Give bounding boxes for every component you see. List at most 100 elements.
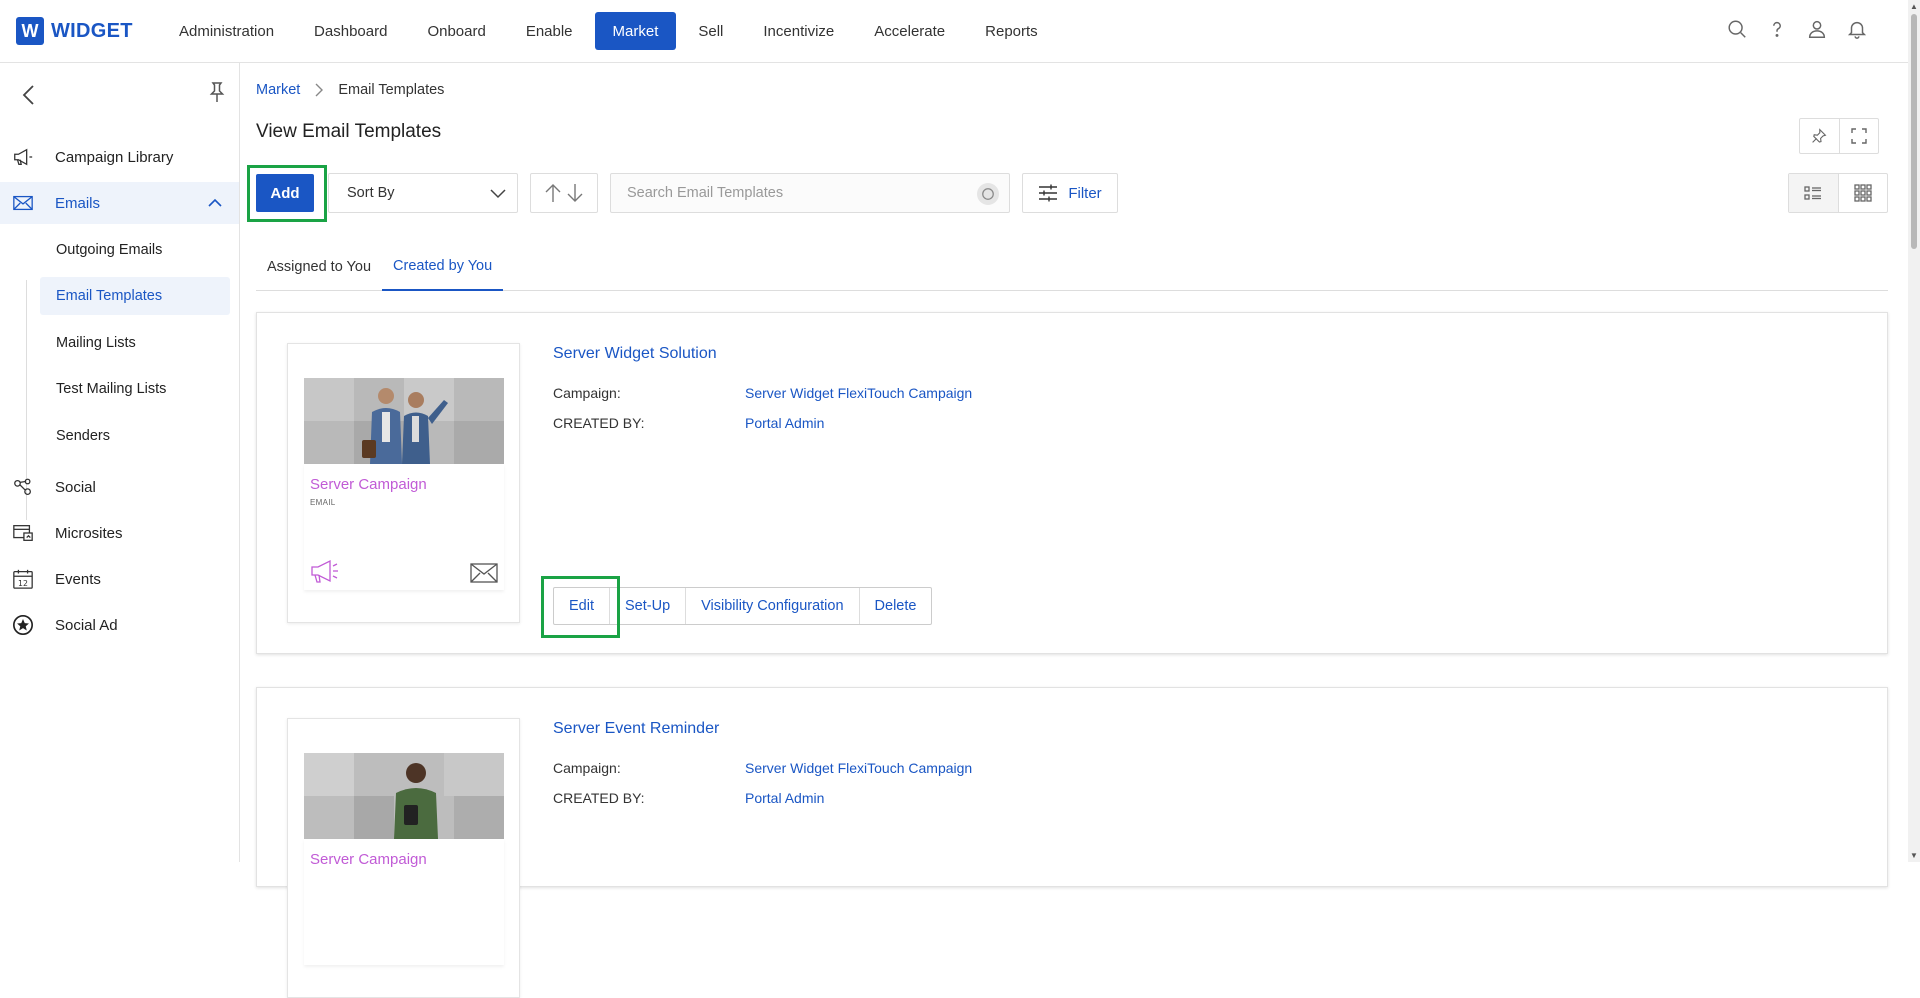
grid-view-button[interactable]: [1837, 174, 1887, 212]
thumbnail-subtitle: EMAIL: [310, 498, 336, 507]
sidebar-item-social[interactable]: Social: [0, 466, 239, 508]
breadcrumb-market[interactable]: Market: [256, 82, 300, 98]
pin-icon[interactable]: [207, 80, 227, 104]
sidebar-subitem-mailing-lists[interactable]: Mailing Lists: [40, 324, 230, 362]
user-icon[interactable]: [1806, 18, 1828, 40]
app-logo[interactable]: W WIDGET: [16, 17, 133, 45]
page-title: View Email Templates: [256, 121, 442, 142]
nav-market[interactable]: Market: [594, 12, 677, 50]
sidebar-item-microsites[interactable]: Microsites: [0, 512, 239, 554]
sidebar-subitem-email-templates[interactable]: Email Templates: [40, 277, 230, 315]
nav-administration[interactable]: Administration: [161, 12, 292, 50]
scroll-thumb[interactable]: [1911, 14, 1917, 249]
filter-button[interactable]: Filter: [1022, 173, 1118, 213]
envelope-icon: [13, 195, 33, 211]
template-title[interactable]: Server Widget Solution: [553, 345, 717, 363]
calendar-icon: 12: [13, 569, 33, 589]
envelope-icon: [470, 563, 498, 583]
nav-accelerate[interactable]: Accelerate: [856, 12, 963, 50]
arrow-down-icon: [567, 184, 583, 202]
search-icon[interactable]: [1726, 18, 1748, 40]
breadcrumb-current: Email Templates: [338, 82, 445, 98]
tab-created-by-you[interactable]: Created by You: [382, 243, 504, 291]
nav-sell[interactable]: Sell: [680, 12, 741, 50]
sidebar-item-social-ad[interactable]: Social Ad: [0, 604, 239, 646]
pin-page-button[interactable]: [1800, 119, 1839, 153]
sidebar-item-events[interactable]: 12 Events: [0, 558, 239, 600]
thumbnail-photo: [304, 753, 504, 839]
template-tabs: Assigned to You Created by You: [256, 243, 1888, 291]
template-thumbnail[interactable]: Server Campaign EMAIL: [287, 343, 520, 623]
logo-text: WIDGET: [51, 19, 133, 42]
back-arrow-icon[interactable]: [20, 83, 38, 107]
fullscreen-icon: [1851, 128, 1867, 144]
main-nav: Administration Dashboard Onboard Enable …: [161, 12, 1056, 50]
thumbnail-title: Server Campaign: [310, 851, 427, 868]
nav-onboard[interactable]: Onboard: [409, 12, 503, 50]
sidebar-item-campaign-library[interactable]: Campaign Library: [0, 136, 239, 178]
logo-mark: W: [16, 17, 44, 45]
arrow-up-icon: [545, 184, 561, 202]
sliders-icon: [1039, 184, 1058, 202]
sidebar-item-label: Events: [55, 570, 101, 588]
microsite-icon: [13, 525, 33, 541]
thumbnail-body: Server Campaign EMAIL: [304, 464, 504, 590]
chevron-down-icon: [490, 189, 506, 199]
main-content: Market Email Templates View Email Templa…: [241, 63, 1910, 998]
setup-button[interactable]: Set-Up: [609, 588, 685, 624]
sidebar-item-emails[interactable]: Emails: [0, 182, 239, 224]
thumbnail-title: Server Campaign: [310, 476, 427, 493]
campaign-link[interactable]: Server Widget FlexiTouch Campaign: [745, 385, 972, 401]
nav-reports[interactable]: Reports: [967, 12, 1056, 50]
chevron-up-icon[interactable]: [207, 195, 223, 211]
visibility-configuration-button[interactable]: Visibility Configuration: [685, 588, 858, 624]
created-by-link[interactable]: Portal Admin: [745, 415, 824, 431]
svg-text:12: 12: [18, 579, 28, 588]
chevron-right-icon: [315, 83, 324, 97]
sort-by-dropdown[interactable]: Sort By: [328, 173, 518, 213]
created-by-label: CREATED BY:: [553, 790, 645, 806]
megaphone-icon: [14, 148, 33, 166]
bell-icon[interactable]: [1846, 18, 1868, 40]
top-navbar: W WIDGET Administration Dashboard Onboar…: [0, 0, 1910, 63]
search-box: [610, 173, 1010, 213]
social-share-icon: [14, 478, 31, 495]
nav-enable[interactable]: Enable: [508, 12, 591, 50]
nav-incentivize[interactable]: Incentivize: [745, 12, 852, 50]
template-card: Server Campaign EMAIL Server Widget Solu…: [256, 312, 1888, 654]
tab-assigned-to-you[interactable]: Assigned to You: [256, 243, 382, 291]
campaign-label: Campaign:: [553, 760, 621, 776]
filter-label: Filter: [1068, 184, 1102, 202]
search-icon[interactable]: [977, 183, 999, 205]
template-title[interactable]: Server Event Reminder: [553, 720, 719, 738]
search-input[interactable]: [627, 185, 967, 201]
template-thumbnail[interactable]: Server Campaign: [287, 718, 520, 998]
help-icon[interactable]: [1766, 18, 1788, 40]
created-by-label: CREATED BY:: [553, 415, 645, 431]
thumbnail-photo: [304, 378, 504, 464]
delete-button[interactable]: Delete: [858, 588, 932, 624]
add-button[interactable]: Add: [256, 174, 314, 212]
megaphone-icon: [311, 559, 338, 583]
scroll-down-arrow-icon[interactable]: ▼: [1910, 851, 1918, 860]
created-by-link[interactable]: Portal Admin: [745, 790, 824, 806]
star-badge-icon: [13, 615, 33, 635]
list-view-button[interactable]: [1789, 174, 1838, 212]
top-icons: [1726, 18, 1868, 40]
campaign-link[interactable]: Server Widget FlexiTouch Campaign: [745, 760, 972, 776]
nav-dashboard[interactable]: Dashboard: [296, 12, 405, 50]
scroll-up-arrow-icon[interactable]: ▲: [1910, 2, 1918, 11]
sidebar: Campaign Library Emails Outgoing Emails …: [0, 63, 240, 862]
sidebar-item-label: Emails: [55, 194, 101, 212]
campaign-label: Campaign:: [553, 385, 621, 401]
sidebar-subitem-test-mailing-lists[interactable]: Test Mailing Lists: [40, 370, 230, 408]
fullscreen-button[interactable]: [1838, 119, 1878, 153]
sidebar-subitem-senders[interactable]: Senders: [40, 417, 230, 455]
sidebar-subitem-outgoing-emails[interactable]: Outgoing Emails: [40, 231, 230, 269]
sidebar-item-label: Social: [55, 478, 96, 496]
sort-direction-toggle[interactable]: [530, 173, 598, 213]
sidebar-item-label: Microsites: [55, 524, 123, 542]
pin-icon: [1812, 128, 1827, 143]
list-view-icon: [1804, 186, 1822, 200]
sidebar-item-label: Social Ad: [55, 616, 118, 634]
